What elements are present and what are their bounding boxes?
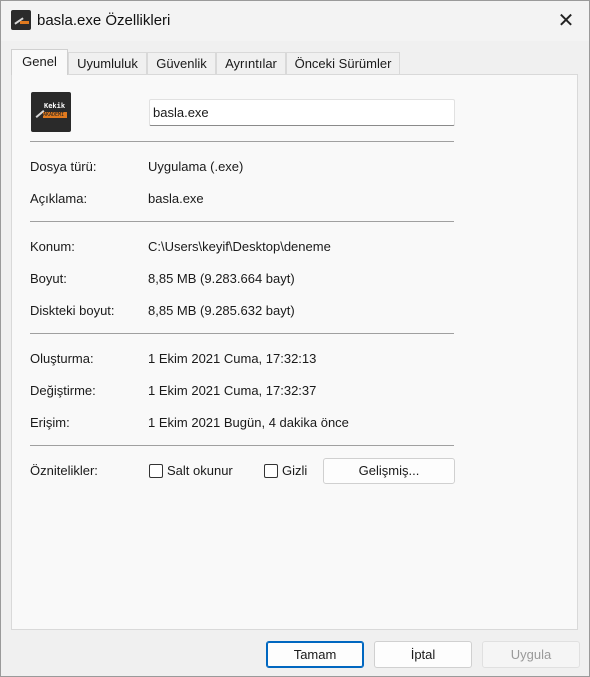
separator <box>30 445 454 446</box>
separator <box>30 221 454 222</box>
readonly-label[interactable]: Salt okunur <box>167 463 233 478</box>
modified-value: 1 Ekim 2021 Cuma, 17:32:37 <box>148 383 317 398</box>
size-on-disk-value: 8,85 MB (9.285.632 bayt) <box>148 303 295 318</box>
type-label: Dosya türü: <box>30 159 97 174</box>
tab-guvenlik[interactable]: Güvenlik <box>147 52 216 74</box>
accessed-value: 1 Ekim 2021 Bugün, 4 dakika önce <box>148 415 349 430</box>
title-bar[interactable]: basla.exe Özellikleri ✕ <box>1 1 589 41</box>
size-on-disk-label: Diskteki boyut: <box>30 303 115 318</box>
size-value: 8,85 MB (9.283.664 bayt) <box>148 271 295 286</box>
location-value: C:\Users\keyif\Desktop\deneme <box>148 239 331 254</box>
properties-window: basla.exe Özellikleri ✕ Genel Uyumluluk … <box>0 0 590 677</box>
attributes-label: Öznitelikler: <box>30 463 98 478</box>
tab-genel[interactable]: Genel <box>11 49 68 75</box>
hidden-option[interactable]: Gizli <box>264 463 307 478</box>
close-icon: ✕ <box>557 9 575 32</box>
type-value: Uygulama (.exe) <box>148 159 244 174</box>
readonly-checkbox[interactable] <box>149 463 163 478</box>
location-label: Konum: <box>30 239 75 254</box>
advanced-button[interactable]: Gelişmiş... <box>323 458 455 484</box>
hidden-checkbox[interactable] <box>264 463 278 478</box>
apply-button[interactable]: Uygula <box>482 641 580 668</box>
hidden-label[interactable]: Gizli <box>282 463 307 478</box>
app-icon <box>11 10 31 30</box>
separator <box>30 333 454 334</box>
tab-onceki-surumler[interactable]: Önceki Sürümler <box>286 52 400 74</box>
close-button[interactable]: ✕ <box>543 1 589 39</box>
readonly-option[interactable]: Salt okunur <box>149 463 233 478</box>
file-name-input[interactable] <box>149 99 455 126</box>
cancel-button[interactable]: İptal <box>374 641 472 668</box>
icon-brand-text: Kekik <box>44 102 66 110</box>
created-label: Oluşturma: <box>30 351 94 366</box>
file-icon: Kekik AKADEMI <box>31 92 71 132</box>
tab-uyumluluk[interactable]: Uyumluluk <box>68 52 147 74</box>
description-label: Açıklama: <box>30 191 88 206</box>
description-value: basla.exe <box>148 191 204 206</box>
window-title: basla.exe Özellikleri <box>37 12 171 29</box>
accessed-label: Erişim: <box>30 415 70 430</box>
general-panel: Kekik AKADEMI Dosya türü: Uygulama (.exe… <box>11 74 578 630</box>
icon-brand-sub: AKADEMI <box>43 112 67 118</box>
modified-label: Değiştirme: <box>30 383 96 398</box>
size-label: Boyut: <box>30 271 67 286</box>
tab-ayrintilar[interactable]: Ayrıntılar <box>216 52 286 74</box>
ok-button[interactable]: Tamam <box>266 641 364 668</box>
separator <box>30 141 454 142</box>
created-value: 1 Ekim 2021 Cuma, 17:32:13 <box>148 351 317 366</box>
